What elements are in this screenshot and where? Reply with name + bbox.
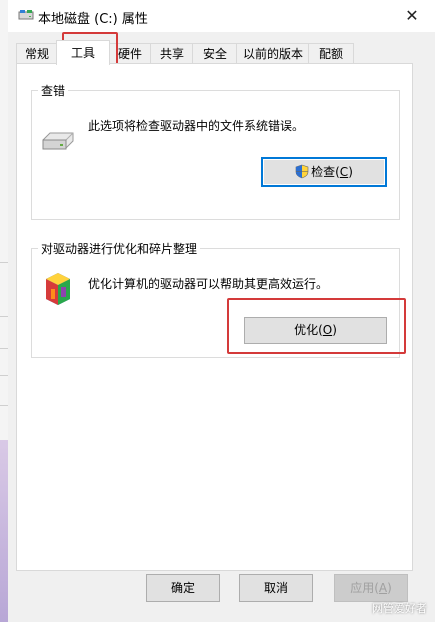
defrag-icon bbox=[46, 273, 70, 305]
tab-tools[interactable]: 工具 bbox=[56, 40, 110, 65]
apply-button-label: 应用( bbox=[350, 581, 379, 595]
tab-security[interactable]: 安全 bbox=[192, 43, 238, 64]
hard-drive-icon bbox=[42, 132, 74, 150]
error-check-title: 查错 bbox=[38, 82, 69, 99]
properties-dialog: 本地磁盘 (C:) 属性 ✕ 常规 工具 硬件 共享 安全 以前的版本 配额 查… bbox=[8, 0, 435, 622]
background-window-strip bbox=[0, 0, 8, 622]
tools-tab-panel: 查错 此选项将检查驱动器中的文件系统错误。 检查(C) 对驱动器进行优化和碎片整… bbox=[16, 63, 413, 571]
optimize-title: 对驱动器进行优化和碎片整理 bbox=[38, 240, 201, 257]
cancel-button[interactable]: 取消 bbox=[239, 574, 313, 602]
apply-button-accesskey: A bbox=[378, 581, 388, 595]
close-icon: ✕ bbox=[405, 6, 419, 25]
optimize-button-accesskey: O bbox=[322, 323, 333, 337]
optimize-button-label: 优化( bbox=[294, 323, 323, 337]
error-check-description: 此选项将检查驱动器中的文件系统错误。 bbox=[88, 119, 305, 133]
drive-icon bbox=[18, 10, 34, 20]
check-button-label: 检查( bbox=[311, 165, 340, 179]
title-bar: 本地磁盘 (C:) 属性 ✕ bbox=[8, 0, 435, 32]
tab-sharing[interactable]: 共享 bbox=[150, 43, 194, 64]
window-title: 本地磁盘 (C:) 属性 bbox=[38, 12, 148, 27]
close-button[interactable]: ✕ bbox=[401, 6, 423, 26]
uac-shield-icon bbox=[295, 164, 309, 179]
optimize-button-close: ) bbox=[332, 323, 337, 337]
check-button[interactable]: 检查(C) bbox=[261, 157, 387, 187]
error-check-group: 查错 此选项将检查驱动器中的文件系统错误。 检查(C) bbox=[31, 82, 400, 220]
watermark-text: 网管爱好者 bbox=[372, 602, 427, 615]
optimize-group: 对驱动器进行优化和碎片整理 优化计算机的驱动器可以帮助其更高效运行。 优化(O) bbox=[31, 240, 400, 358]
ok-button[interactable]: 确定 bbox=[146, 574, 220, 602]
apply-button[interactable]: 应用(A) bbox=[334, 574, 408, 602]
optimize-button[interactable]: 优化(O) bbox=[244, 317, 387, 344]
optimize-description: 优化计算机的驱动器可以帮助其更高效运行。 bbox=[88, 277, 329, 291]
check-button-accesskey: C bbox=[339, 165, 349, 179]
check-button-close: ) bbox=[348, 165, 353, 179]
dialog-client: 常规 工具 硬件 共享 安全 以前的版本 配额 查错 此选项将检查驱动器中的文件… bbox=[8, 32, 435, 622]
tab-hardware[interactable]: 硬件 bbox=[108, 43, 152, 64]
tab-quota[interactable]: 配额 bbox=[308, 43, 354, 64]
tab-previous-versions[interactable]: 以前的版本 bbox=[236, 43, 310, 64]
apply-button-close: ) bbox=[387, 581, 392, 595]
tab-general[interactable]: 常规 bbox=[16, 43, 58, 64]
